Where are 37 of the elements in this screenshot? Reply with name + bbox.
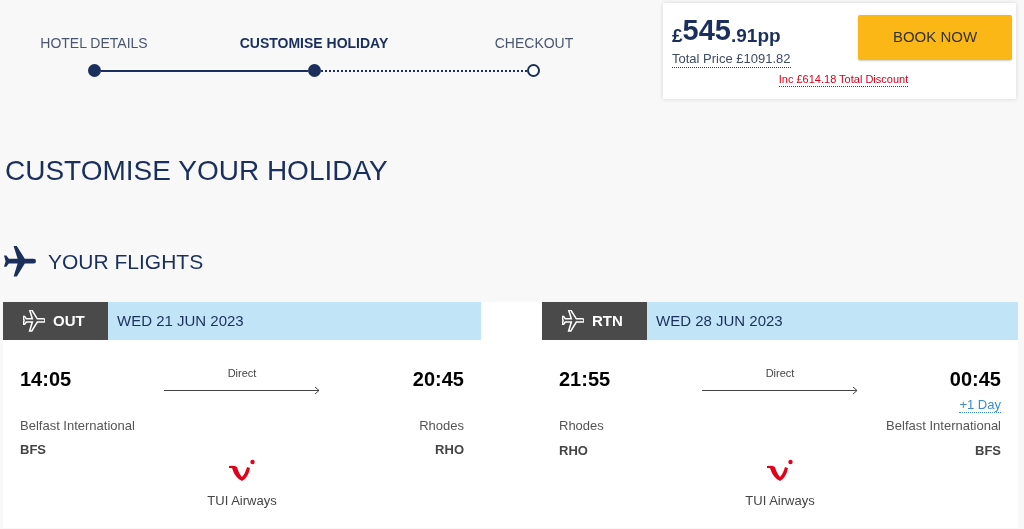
departure-time: 21:55 — [559, 367, 612, 392]
airport-name: Belfast International — [20, 416, 135, 435]
direction-text: RTN — [592, 310, 623, 331]
stops-text: Direct — [765, 366, 795, 381]
arrival-time: 00:45 — [949, 367, 1001, 392]
airline-name: TUI Airways — [745, 492, 815, 510]
step-label[interactable]: CHECKOUT — [424, 33, 644, 54]
price-per-person: £545.91pp — [672, 15, 782, 45]
flight-date: WED 21 JUN 2023 — [116, 310, 244, 331]
day-offset-link[interactable]: +1 Day — [959, 397, 1001, 413]
airline-name: TUI Airways — [207, 491, 277, 510]
stops-text: Direct — [227, 366, 257, 381]
arrival-time: 20:45 — [412, 367, 464, 392]
step-label[interactable]: HOTEL DETAILS — [0, 33, 204, 54]
airport-code: BFS — [20, 441, 46, 459]
arrow-icon — [701, 385, 859, 395]
departure-time: 14:05 — [20, 367, 73, 392]
airport-code: RHO — [435, 441, 464, 459]
airport-code: BFS — [975, 441, 1001, 460]
arrow-icon — [163, 385, 321, 395]
book-now-button[interactable]: BOOK NOW — [858, 15, 1012, 60]
smile-logo-icon — [228, 458, 256, 483]
flight-date: WED 28 JUN 2023 — [655, 310, 783, 331]
discount-text: Inc £614.18 Total Discount — [778, 72, 909, 87]
direction-text: OUT — [53, 310, 85, 331]
plane-icon — [23, 310, 45, 332]
airport-code: RHO — [559, 441, 588, 460]
airport-name: Belfast International — [886, 417, 1001, 435]
total-price: Total Price £1091.82 — [672, 51, 791, 68]
plane-icon — [4, 246, 36, 278]
airport-name: Rhodes — [419, 416, 464, 435]
section-title: YOUR FLIGHTS — [48, 249, 204, 276]
smile-logo-icon — [766, 459, 794, 483]
plane-icon — [562, 310, 584, 332]
page-title: CUSTOMISE YOUR HOLIDAY — [5, 155, 389, 187]
step-label[interactable]: CUSTOMISE HOLIDAY — [204, 33, 424, 54]
airport-name: Rhodes — [559, 417, 604, 435]
